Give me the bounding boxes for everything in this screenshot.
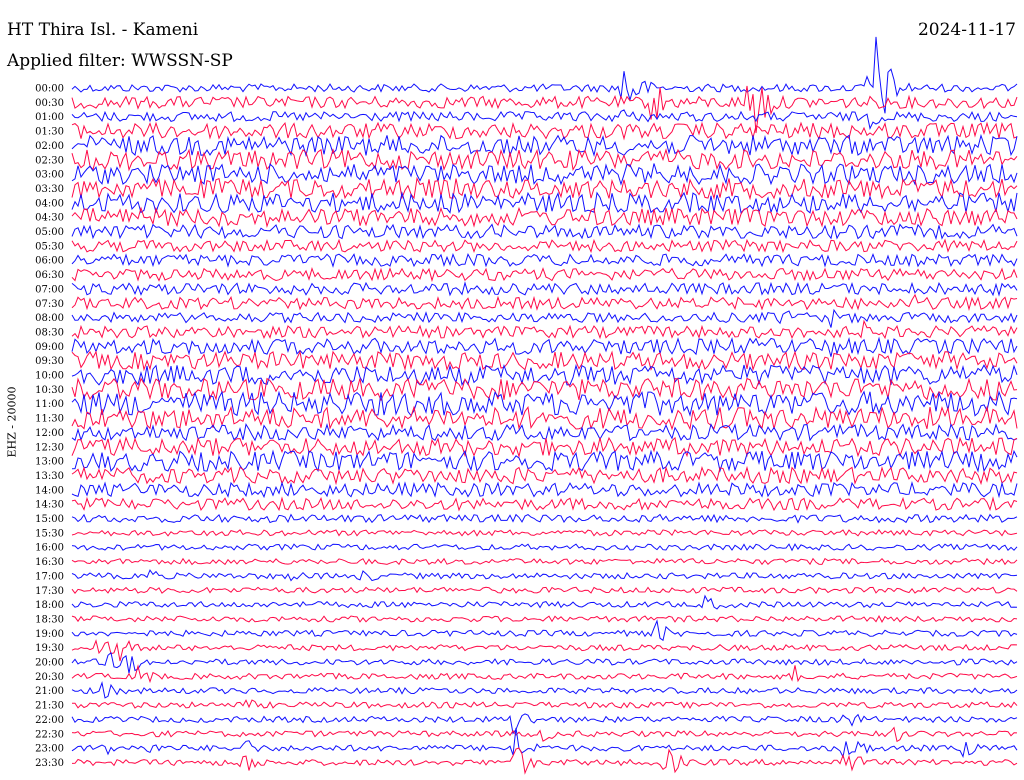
row-time-label: 02:00 [35, 141, 64, 152]
trace-row-0930 [71, 350, 1018, 372]
row-time-label: 20:30 [35, 672, 64, 683]
row-time-label: 17:30 [35, 586, 64, 597]
row-time-label: 15:30 [35, 528, 64, 539]
trace-row-1730 [71, 586, 1018, 595]
trace-row-2230 [71, 726, 1018, 743]
trace-row-1930 [71, 639, 1018, 662]
row-time-label: 10:30 [35, 385, 64, 396]
trace-row-2200 [71, 713, 1018, 735]
row-time-label: 14:00 [35, 485, 64, 496]
helicorder-plot: 00:00 00:30 01:00 01:30 02:00 02:30 03:00 03:30… [35, 36, 1018, 775]
row-time-label: 14:30 [35, 500, 64, 511]
trace-row-0730 [71, 293, 1018, 312]
row-time-label: 04:00 [35, 198, 64, 209]
trace-row-2330 [71, 747, 1018, 775]
row-time-label: 03:00 [35, 170, 64, 181]
row-time-label: 05:30 [35, 241, 64, 252]
trace-row-1530 [71, 529, 1018, 537]
trace-row-0200 [71, 133, 1018, 158]
row-time-label: 19:00 [35, 629, 64, 640]
row-time-label: 22:00 [35, 715, 64, 726]
row-time-label: 22:30 [35, 729, 64, 740]
row-time-label: 06:30 [35, 270, 64, 281]
row-time-label: 05:00 [35, 227, 64, 238]
trace-row-0830 [71, 319, 1018, 340]
row-time-label: 21:00 [35, 686, 64, 697]
row-time-label: 03:30 [35, 184, 64, 195]
row-time-label: 09:30 [35, 356, 64, 367]
row-time-label: 18:30 [35, 614, 64, 625]
row-time-label: 09:00 [35, 342, 64, 353]
row-time-label: 06:00 [35, 256, 64, 267]
trace-row-1500 [71, 513, 1018, 524]
trace-row-0500 [71, 223, 1018, 241]
row-time-label: 11:30 [35, 414, 64, 425]
row-time-label: 04:30 [35, 213, 64, 224]
row-time-label: 11:00 [35, 399, 64, 410]
trace-row-1430 [71, 496, 1018, 512]
trace-row-1800 [71, 594, 1018, 610]
trace-row-0030 [71, 85, 1018, 134]
trace-row-0800 [71, 308, 1018, 328]
trace-row-1830 [71, 615, 1018, 623]
row-time-label: 13:30 [35, 471, 64, 482]
row-time-label: 08:30 [35, 327, 64, 338]
trace-row-0100 [71, 109, 1018, 130]
trace-row-1200 [71, 422, 1018, 442]
trace-row-0700 [71, 281, 1018, 297]
row-time-label: 07:30 [35, 299, 64, 310]
trace-row-1230 [71, 436, 1018, 459]
trace-row-1600 [71, 543, 1018, 552]
trace-row-0430 [71, 206, 1018, 228]
row-time-label: 01:00 [35, 112, 64, 123]
trace-row-0600 [71, 253, 1018, 268]
trace-row-1700 [71, 569, 1018, 582]
row-time-label: 18:00 [35, 600, 64, 611]
trace-row-1100 [71, 390, 1018, 417]
row-time-label: 00:30 [35, 98, 64, 109]
row-time-label: 12:30 [35, 442, 64, 453]
trace-row-0900 [71, 336, 1018, 357]
row-time-label: 21:30 [35, 701, 64, 712]
row-time-label: 19:30 [35, 643, 64, 654]
trace-row-0230 [71, 148, 1018, 172]
row-time-label: 23:00 [35, 744, 64, 755]
trace-row-0330 [71, 176, 1018, 201]
trace-row-2100 [71, 681, 1018, 699]
trace-row-0530 [71, 238, 1018, 254]
row-time-label: 02:30 [35, 155, 64, 166]
trace-row-0130 [71, 121, 1018, 141]
row-time-label: 07:00 [35, 284, 64, 295]
row-time-label: 20:00 [35, 658, 64, 669]
row-time-label: 01:30 [35, 127, 64, 138]
row-time-label: 16:00 [35, 543, 64, 554]
trace-row-1330 [71, 465, 1018, 486]
trace-row-2130 [71, 699, 1018, 710]
row-time-label: 15:00 [35, 514, 64, 525]
row-time-label: 10:00 [35, 371, 64, 382]
row-time-label: 13:00 [35, 457, 64, 468]
trace-row-2000 [71, 651, 1018, 674]
row-time-label: 12:00 [35, 428, 64, 439]
trace-row-1630 [71, 557, 1018, 566]
trace-row-0630 [71, 267, 1018, 283]
trace-row-0400 [71, 191, 1018, 214]
row-time-label: 17:00 [35, 571, 64, 582]
row-time-label: 16:30 [35, 557, 64, 568]
row-time-label: 00:00 [35, 84, 64, 95]
seismic-traces [71, 36, 1018, 775]
time-labels: 00:00 00:30 01:00 01:30 02:00 02:30 03:00 03:30… [35, 84, 64, 769]
trace-row-2030 [71, 664, 1018, 684]
row-time-label: 08:00 [35, 313, 64, 324]
row-time-label: 23:30 [35, 758, 64, 769]
trace-row-1900 [71, 619, 1018, 642]
trace-row-1400 [71, 481, 1018, 499]
